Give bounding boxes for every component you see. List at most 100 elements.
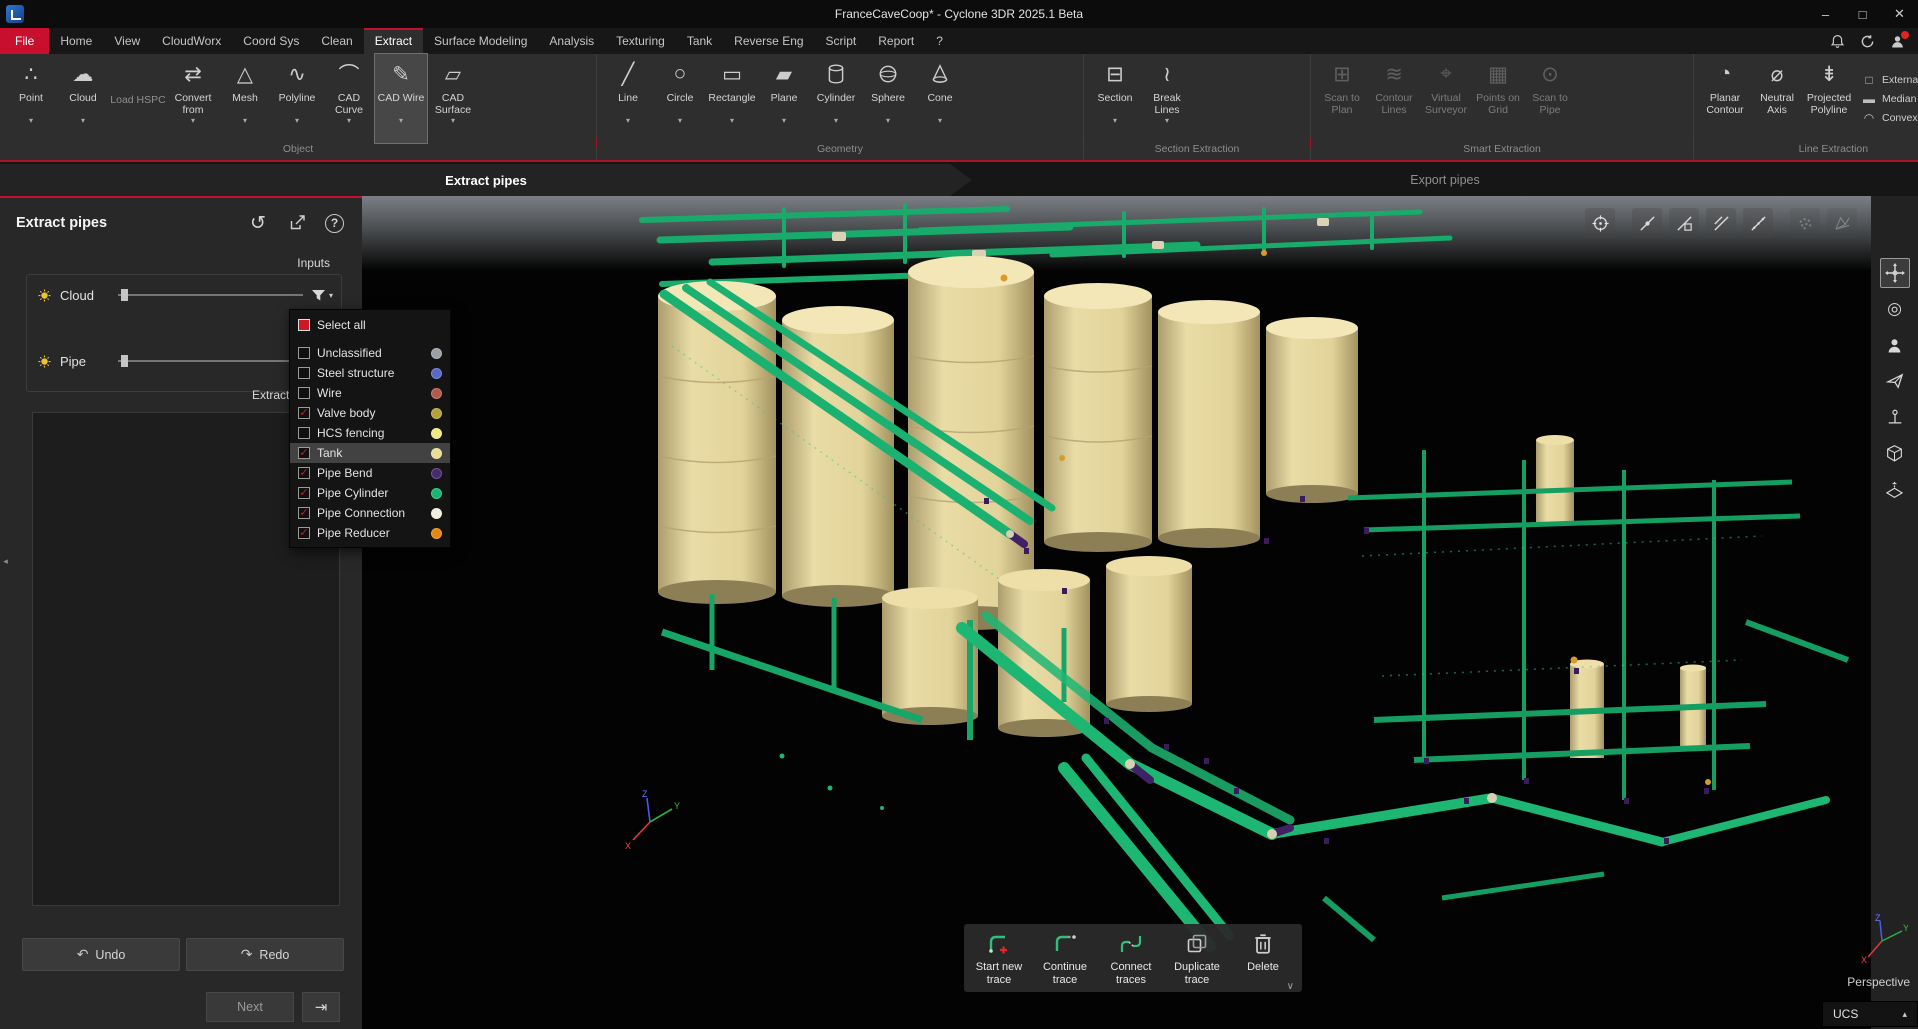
- dropdown-item[interactable]: Pipe Reducer: [290, 523, 450, 543]
- ribbon-button[interactable]: ▰ Plane ▾: [758, 54, 810, 143]
- trace-button[interactable]: Duplicate trace: [1164, 932, 1230, 986]
- checkbox[interactable]: [298, 319, 310, 331]
- ribbon-button[interactable]: ∴ Point ▾: [5, 54, 57, 143]
- trace-button[interactable]: Connect traces: [1098, 932, 1164, 986]
- checkbox[interactable]: [298, 487, 310, 499]
- first-person-icon[interactable]: [1880, 330, 1910, 360]
- menu-item[interactable]: View: [103, 28, 151, 54]
- dropdown-item[interactable]: Wire: [290, 383, 450, 403]
- menubar-icon[interactable]: [1829, 33, 1846, 50]
- leveling-icon[interactable]: [1880, 402, 1910, 432]
- dropdown-item[interactable]: HCS fencing: [290, 423, 450, 443]
- ribbon-button[interactable]: ▦ Points on Grid ▾: [1472, 54, 1524, 143]
- checkbox[interactable]: [298, 507, 310, 519]
- chevron-down-icon[interactable]: ∨: [1287, 981, 1294, 992]
- collapse-left-icon[interactable]: ◂: [0, 548, 11, 574]
- point-cloud-scene[interactable]: [362, 196, 1871, 1029]
- projection-mode-label[interactable]: Perspective: [1847, 975, 1910, 989]
- menu-item[interactable]: Analysis: [538, 28, 605, 54]
- ribbon-button[interactable]: Cylinder ▾: [810, 54, 862, 143]
- ribbon-button[interactable]: ⌒ CAD Curve ▾: [323, 54, 375, 143]
- ribbon-button[interactable]: ⌀ Neutral Axis ▾: [1751, 54, 1803, 143]
- ribbon-button[interactable]: ⊙ Scan to Pipe ▾: [1524, 54, 1576, 143]
- ribbon-button[interactable]: Cone ▾: [914, 54, 966, 143]
- menu-item[interactable]: CloudWorx: [151, 28, 232, 54]
- slider-handle[interactable]: [121, 289, 128, 301]
- dropdown-item[interactable]: Pipe Connection: [290, 503, 450, 523]
- menu-item[interactable]: Clean: [310, 28, 363, 54]
- history-icon[interactable]: ↺: [247, 212, 269, 234]
- dropdown-item[interactable]: Steel structure: [290, 363, 450, 383]
- close-icon[interactable]: ✕: [1881, 0, 1918, 28]
- next-button[interactable]: Next: [206, 992, 294, 1022]
- trace-button[interactable]: Delete: [1230, 932, 1296, 986]
- ucs-selector[interactable]: UCS ▴: [1822, 1001, 1918, 1027]
- checkbox[interactable]: [298, 447, 310, 459]
- snap-point-icon[interactable]: [1632, 208, 1662, 238]
- dropdown-item[interactable]: Tank: [290, 443, 450, 463]
- dropdown-item[interactable]: Select all: [290, 315, 450, 335]
- checkbox[interactable]: [298, 527, 310, 539]
- popout-icon[interactable]: [286, 212, 308, 234]
- ribbon-button[interactable]: ◔ Planar Contour ▾: [1699, 54, 1751, 143]
- undo-button[interactable]: ↶ Undo: [22, 938, 180, 971]
- ribbon-button[interactable]: ○ Circle ▾: [654, 54, 706, 143]
- ribbon-button[interactable]: ⊟ Section ▾: [1089, 54, 1141, 143]
- render-cloud-icon[interactable]: [1790, 208, 1820, 238]
- orbit-icon[interactable]: [1880, 258, 1910, 288]
- bulb-icon[interactable]: [37, 288, 52, 303]
- view-cube-icon[interactable]: [1880, 438, 1910, 468]
- ribbon-button[interactable]: ⇄ Convert from ▾: [167, 54, 219, 143]
- menu-item[interactable]: ?: [925, 28, 954, 54]
- redo-button[interactable]: ↷ Redo: [186, 938, 344, 971]
- dropdown-item[interactable]: Unclassified: [290, 343, 450, 363]
- ribbon-button-small[interactable]: ▬ Median Line: [1862, 92, 1918, 106]
- menu-item[interactable]: Extract: [364, 28, 423, 54]
- ribbon-button[interactable]: ≀ Break Lines ▾: [1141, 54, 1193, 143]
- viewport-3d[interactable]: Z Y X Start new trace Continue trace: [362, 196, 1871, 1029]
- menu-item[interactable]: Reverse Eng: [723, 28, 814, 54]
- bulb-icon[interactable]: [37, 354, 52, 369]
- slider-handle[interactable]: [121, 355, 128, 367]
- checkbox[interactable]: [298, 467, 310, 479]
- checkbox[interactable]: [298, 347, 310, 359]
- exit-tool-button[interactable]: ⇥: [302, 992, 340, 1022]
- reticle-icon[interactable]: [1585, 208, 1615, 238]
- ribbon-button[interactable]: Sphere ▾: [862, 54, 914, 143]
- help-icon[interactable]: ?: [325, 214, 344, 233]
- checkbox[interactable]: [298, 367, 310, 379]
- menu-item[interactable]: Tank: [676, 28, 723, 54]
- menubar-icon[interactable]: [1859, 33, 1876, 50]
- render-mesh-icon[interactable]: [1827, 208, 1857, 238]
- ribbon-button[interactable]: ▱ CAD Surface ▾: [427, 54, 479, 143]
- menu-item[interactable]: Coord Sys: [232, 28, 310, 54]
- trace-button[interactable]: Start new trace: [966, 932, 1032, 986]
- menubar-icon[interactable]: [1889, 33, 1906, 50]
- opacity-slider[interactable]: [118, 354, 303, 368]
- checkbox[interactable]: [298, 387, 310, 399]
- clipping-icon[interactable]: [1880, 474, 1910, 504]
- snap-line-icon[interactable]: [1706, 208, 1736, 238]
- dropdown-item[interactable]: Valve body: [290, 403, 450, 423]
- menu-item[interactable]: Script: [815, 28, 868, 54]
- ribbon-button[interactable]: ☁ Cloud ▾: [57, 54, 109, 143]
- dropdown-item[interactable]: Pipe Cylinder: [290, 483, 450, 503]
- trace-button[interactable]: Continue trace: [1032, 932, 1098, 986]
- ribbon-button[interactable]: ⊞ Scan to Plan ▾: [1316, 54, 1368, 143]
- fly-icon[interactable]: [1880, 366, 1910, 396]
- ribbon-button[interactable]: Load HSPC ▾: [109, 54, 167, 143]
- ribbon-button[interactable]: ≋ Contour Lines ▾: [1368, 54, 1420, 143]
- ribbon-button[interactable]: ✎ CAD Wire ▾: [375, 54, 427, 143]
- snap-grid-icon[interactable]: [1743, 208, 1773, 238]
- checkbox[interactable]: [298, 407, 310, 419]
- workflow-tab-export-pipes[interactable]: Export pipes: [972, 164, 1918, 196]
- ribbon-button[interactable]: △ Mesh ▾: [219, 54, 271, 143]
- class-filter-button[interactable]: ▾: [311, 289, 333, 302]
- menu-item[interactable]: Texturing: [605, 28, 676, 54]
- ribbon-button-small[interactable]: □ External Contour: [1862, 73, 1918, 87]
- ribbon-button[interactable]: ∿ Polyline ▾: [271, 54, 323, 143]
- ribbon-button[interactable]: ╱ Line ▾: [602, 54, 654, 143]
- minimize-icon[interactable]: –: [1807, 0, 1844, 28]
- snap-plane-icon[interactable]: [1669, 208, 1699, 238]
- workflow-tab-extract-pipes[interactable]: Extract pipes: [0, 164, 972, 196]
